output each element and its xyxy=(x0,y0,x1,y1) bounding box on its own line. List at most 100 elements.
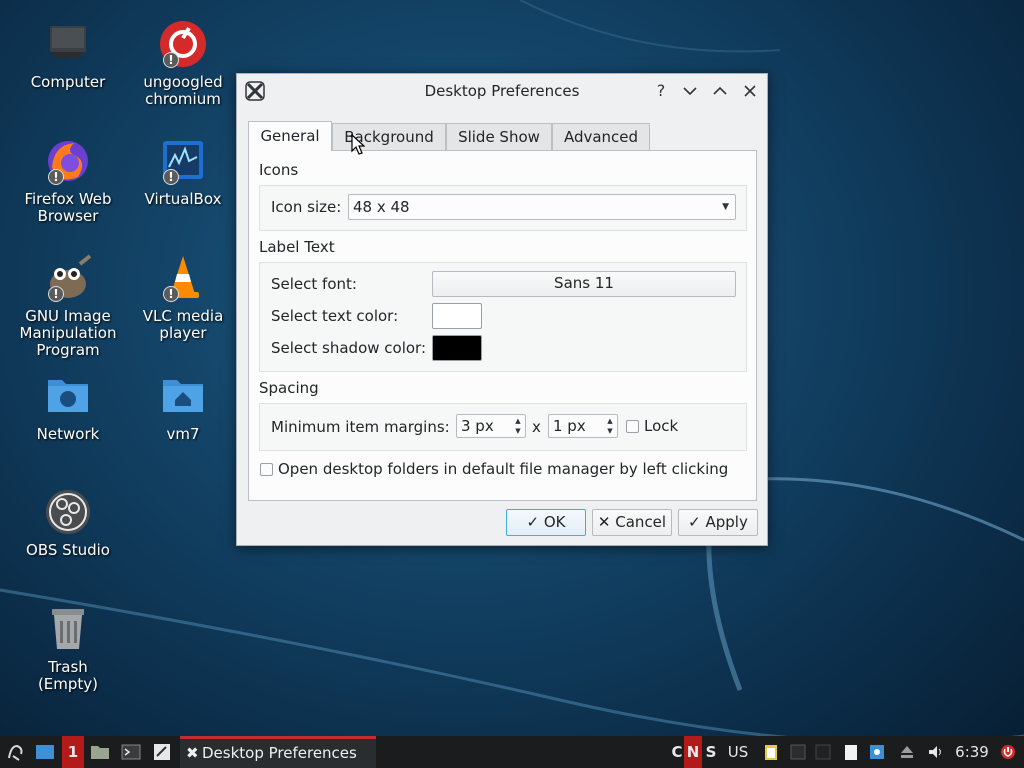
ok-button[interactable]: ✓ OK xyxy=(506,509,586,536)
icons-group-title: Icons xyxy=(259,161,299,179)
desktop-icon-label: OBS Studio xyxy=(26,541,110,559)
margin-x-spinbox[interactable]: 3 px ▲ ▼ xyxy=(456,414,526,438)
maximize-button[interactable] xyxy=(710,81,730,101)
desktop-icon-network[interactable]: Network xyxy=(11,372,125,443)
desktop-icon-virtualbox[interactable]: ! VirtualBox xyxy=(126,137,240,208)
terminal-launcher[interactable] xyxy=(120,736,142,768)
apply-button[interactable]: ✓ Apply xyxy=(678,509,758,536)
chevron-down-icon xyxy=(683,87,697,96)
task-label: Desktop Preferences xyxy=(202,744,357,762)
chromium-icon: ! xyxy=(159,20,207,68)
notes-icon[interactable] xyxy=(843,744,859,760)
desktop-icon-firefox[interactable]: ! Firefox Web Browser xyxy=(11,137,125,225)
cancel-label: Cancel xyxy=(615,513,667,531)
icon-size-label: Icon size: xyxy=(271,198,342,216)
spin-down-icon[interactable]: ▼ xyxy=(605,426,615,436)
text-editor-icon xyxy=(154,744,170,760)
file-manager-launcher[interactable] xyxy=(89,736,111,768)
firefox-icon: ! xyxy=(44,137,92,185)
label-text-group-title: Label Text xyxy=(259,238,335,256)
power-icon[interactable] xyxy=(1000,744,1016,760)
desktop-icon-vlc[interactable]: ! VLC media player xyxy=(126,254,240,342)
terminal-icon xyxy=(121,744,141,760)
icons-group: Icon size: 48 x 48 ▼ xyxy=(259,185,747,231)
label-text-group: Select font: Sans 11 Select text color: … xyxy=(259,262,747,372)
desktop-icon-trash[interactable]: Trash (Empty) xyxy=(11,605,125,693)
desktop-icon-obs-studio[interactable]: OBS Studio xyxy=(11,488,125,559)
select-shadow-color-label: Select shadow color: xyxy=(271,339,427,357)
desktop-icon-label: GNU Image Manipulation Program xyxy=(19,307,117,359)
desktop-icon-gimp[interactable]: ! GNU Image Manipulation Program xyxy=(11,254,125,359)
spin-up-icon[interactable]: ▲ xyxy=(513,416,523,426)
icon-size-select[interactable]: 48 x 48 ▼ xyxy=(348,194,736,220)
desktop-icon-computer[interactable]: Computer xyxy=(11,20,125,91)
text-editor-launcher[interactable] xyxy=(151,736,173,768)
tab-advanced[interactable]: Advanced xyxy=(552,123,650,151)
desktop-icon-vm7[interactable]: vm7 xyxy=(126,372,240,443)
clock[interactable]: 6:39 xyxy=(952,736,992,768)
help-button[interactable]: ? xyxy=(651,81,671,101)
eject-icon[interactable] xyxy=(899,744,915,760)
scroll-lock-indicator: S xyxy=(705,743,717,761)
minimum-margins-label: Minimum item margins: xyxy=(271,418,450,436)
dialog-titlebar[interactable]: Desktop Preferences ? xyxy=(237,74,767,108)
close-icon xyxy=(744,85,756,97)
desktop-icon-label: ungoogled chromium xyxy=(143,73,223,108)
app-x-icon: ✖ xyxy=(186,744,199,762)
trash-icon xyxy=(44,605,92,653)
gimp-icon: ! xyxy=(44,254,92,302)
task-desktop-preferences[interactable]: ✖ Desktop Preferences xyxy=(180,736,376,768)
icon-size-value: 48 x 48 xyxy=(353,198,410,216)
close-button[interactable] xyxy=(740,81,760,101)
minimize-button[interactable] xyxy=(680,81,700,101)
margin-y-spinbox[interactable]: 1 px ▲ ▼ xyxy=(548,414,618,438)
workspace-1-button[interactable]: 1 xyxy=(62,736,84,768)
folder-icon xyxy=(91,746,109,759)
open-folders-label: Open desktop folders in default file man… xyxy=(278,460,729,478)
lock-checkbox[interactable] xyxy=(626,420,639,433)
check-icon: ✓ xyxy=(526,513,540,531)
text-color-button[interactable] xyxy=(432,303,482,329)
tray-app-icon[interactable] xyxy=(790,744,806,760)
tab-slide-show[interactable]: Slide Show xyxy=(446,123,552,151)
open-folders-checkbox[interactable] xyxy=(260,463,273,476)
cancel-button[interactable]: ✕ Cancel xyxy=(592,509,672,536)
home-folder-icon xyxy=(159,372,207,420)
start-menu-button[interactable] xyxy=(4,736,26,768)
updates-icon[interactable] xyxy=(869,744,885,760)
desktop-icon-ungoogled-chromium[interactable]: ! ungoogled chromium xyxy=(126,20,240,108)
lock-label: Lock xyxy=(644,417,679,435)
app-launcher-icon xyxy=(8,744,23,761)
warning-badge-icon: ! xyxy=(163,169,179,185)
dropdown-arrow-icon: ▼ xyxy=(722,202,729,212)
spin-down-icon[interactable]: ▼ xyxy=(513,426,523,436)
clipboard-icon[interactable] xyxy=(763,744,779,760)
spin-up-icon[interactable]: ▲ xyxy=(605,416,615,426)
select-font-label: Select font: xyxy=(271,275,357,293)
num-lock-indicator: N xyxy=(684,736,702,768)
general-tab-panel: Icons Icon size: 48 x 48 ▼ Label Text Se… xyxy=(248,150,757,501)
network-folder-icon xyxy=(44,372,92,420)
warning-badge-icon: ! xyxy=(163,52,179,68)
computer-icon xyxy=(44,20,92,68)
desktop-icon-label: VLC media player xyxy=(142,307,224,342)
caps-lock-indicator: C xyxy=(671,743,683,761)
spacing-group: Minimum item margins: 3 px ▲ ▼ x 1 px ▲ … xyxy=(259,403,747,451)
tray-app-icon[interactable] xyxy=(815,744,831,760)
taskbar: 1 ✖ Desktop Preferences C N S US 6:39 xyxy=(0,736,1024,768)
keyboard-layout[interactable]: US xyxy=(726,736,750,768)
desktop-icon-label: Firefox Web Browser xyxy=(24,190,112,225)
tab-background[interactable]: Background xyxy=(332,123,446,151)
shadow-color-button[interactable] xyxy=(432,335,482,361)
desktop-preferences-dialog: Desktop Preferences ? General Background… xyxy=(236,73,768,546)
tab-general[interactable]: General xyxy=(248,121,332,151)
spacing-group-title: Spacing xyxy=(259,379,319,397)
desktop-icon-label: Trash (Empty) xyxy=(37,658,99,693)
select-font-button[interactable]: Sans 11 xyxy=(432,271,736,297)
warning-badge-icon: ! xyxy=(163,286,179,302)
virtualbox-icon: ! xyxy=(159,137,207,185)
show-desktop-button[interactable] xyxy=(34,736,56,768)
desktop-icon-label: Computer xyxy=(30,73,106,91)
volume-icon[interactable] xyxy=(927,744,943,760)
desktop-icon-label: VirtualBox xyxy=(144,190,222,208)
